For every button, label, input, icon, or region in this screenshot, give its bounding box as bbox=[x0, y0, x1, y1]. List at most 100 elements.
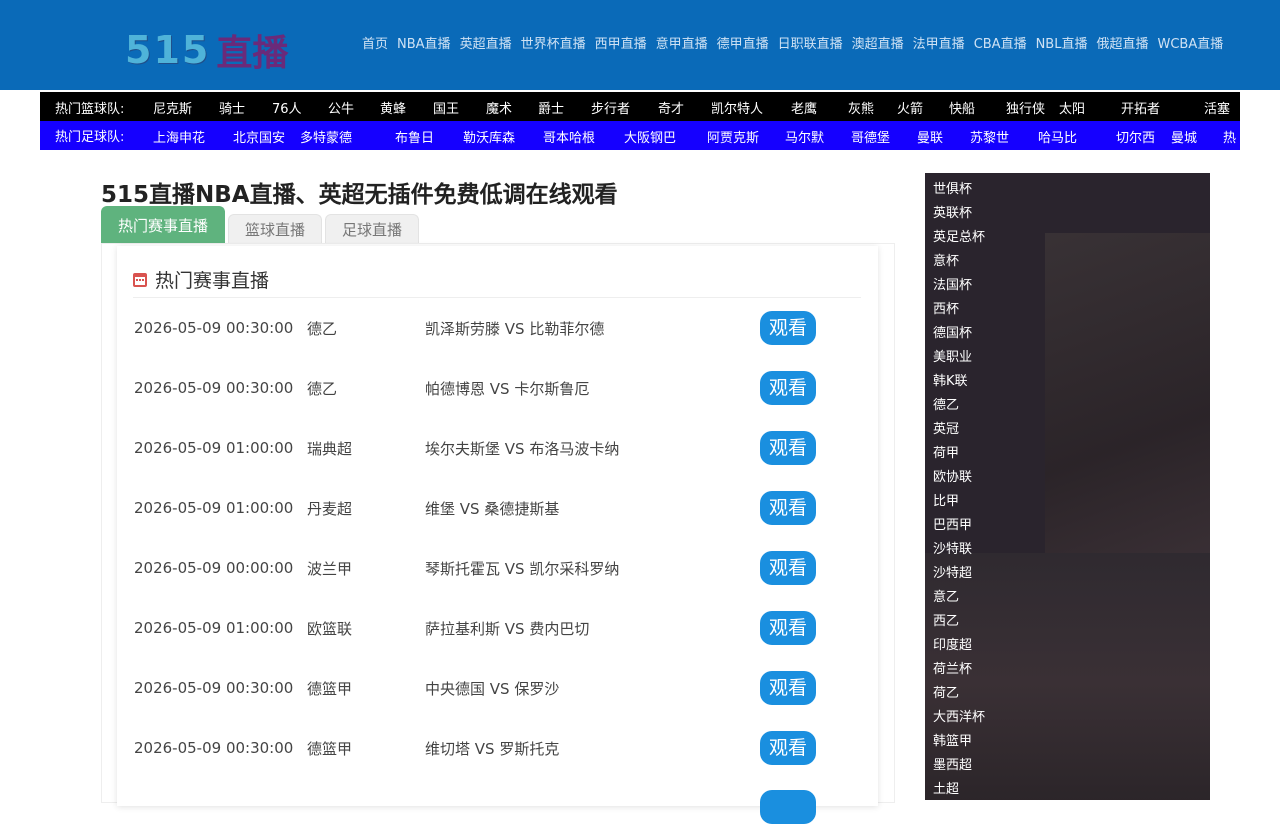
league-link[interactable]: 西杯 bbox=[933, 298, 985, 322]
basketball-team-link[interactable]: 魔术 bbox=[486, 98, 512, 117]
league-link[interactable]: 韩K联 bbox=[933, 370, 985, 394]
tab-football[interactable]: 足球直播 bbox=[325, 214, 420, 244]
basketball-team-link[interactable]: 独行侠 bbox=[1006, 98, 1045, 117]
nav-link-serie-a[interactable]: 意甲直播 bbox=[656, 36, 708, 56]
basketball-team-link[interactable]: 火箭 bbox=[897, 98, 923, 117]
basketball-team-link[interactable]: 黄蜂 bbox=[380, 98, 406, 117]
nav-link-wcba[interactable]: WCBA直播 bbox=[1157, 36, 1223, 56]
league-link[interactable]: 德乙 bbox=[933, 394, 985, 418]
basketball-team-link[interactable]: 骑士 bbox=[219, 98, 245, 117]
league-link[interactable]: 沙特联 bbox=[933, 538, 985, 562]
football-team-link[interactable]: 阿贾克斯 bbox=[707, 127, 759, 146]
basketball-team-link[interactable]: 太阳 bbox=[1059, 98, 1085, 117]
league-link[interactable]: 意乙 bbox=[933, 586, 985, 610]
nav-link-ligue-1[interactable]: 法甲直播 bbox=[913, 36, 965, 56]
league-link[interactable]: 荷乙 bbox=[933, 682, 985, 706]
league-link[interactable]: 大西洋杯 bbox=[933, 706, 985, 730]
basketball-team-link[interactable]: 灰熊 bbox=[848, 98, 874, 117]
basketball-team-link[interactable]: 快船 bbox=[949, 98, 975, 117]
league-link[interactable]: 荷兰杯 bbox=[933, 658, 985, 682]
basketball-team-link[interactable]: 奇才 bbox=[658, 98, 684, 117]
league-link[interactable]: 英冠 bbox=[933, 418, 985, 442]
basketball-team-link[interactable]: 活塞 bbox=[1204, 98, 1230, 117]
tab-basketball[interactable]: 篮球直播 bbox=[228, 214, 323, 244]
league-link[interactable]: 世俱杯 bbox=[933, 178, 985, 202]
league-link[interactable]: 英联杯 bbox=[933, 202, 985, 226]
watch-button[interactable]: 观看 bbox=[760, 311, 816, 345]
match-league: 波兰甲 bbox=[307, 559, 353, 578]
nav-link-premier-league[interactable]: 英超直播 bbox=[460, 36, 512, 56]
football-team-link[interactable]: 大阪钢巴 bbox=[624, 127, 676, 146]
football-team-link[interactable]: 苏黎世 bbox=[970, 127, 1009, 146]
basketball-team-link[interactable]: 开拓者 bbox=[1121, 98, 1160, 117]
match-row: 2026-05-09 01:00:00 丹麦超 维堡 VS 桑德捷斯基 观看 bbox=[134, 478, 862, 538]
match-time: 2026-05-09 01:00:00 bbox=[134, 499, 294, 517]
league-link[interactable]: 墨西超 bbox=[933, 754, 985, 778]
logo-text: 直播 bbox=[216, 33, 289, 74]
site-logo[interactable]: 515 直播 bbox=[125, 28, 288, 74]
nav-link-nba[interactable]: NBA直播 bbox=[397, 36, 451, 56]
watch-button[interactable]: 观看 bbox=[760, 371, 816, 405]
nav-link-russian-premier[interactable]: 俄超直播 bbox=[1096, 36, 1148, 56]
nav-link-nbl[interactable]: NBL直播 bbox=[1036, 36, 1088, 56]
watch-button[interactable]: 观看 bbox=[760, 731, 816, 765]
match-row: 2026-05-09 00:30:00 德乙 凯泽斯劳滕 VS 比勒菲尔德 观看 bbox=[134, 298, 862, 358]
basketball-team-link[interactable]: 公牛 bbox=[328, 98, 354, 117]
football-team-link[interactable]: 北京国安 bbox=[233, 127, 285, 146]
football-team-link[interactable]: 哥德堡 bbox=[851, 127, 890, 146]
football-team-link[interactable]: 勒沃库森 bbox=[463, 127, 515, 146]
match-league: 德乙 bbox=[307, 379, 338, 398]
league-link[interactable]: 美职业 bbox=[933, 346, 985, 370]
league-link[interactable]: 意杯 bbox=[933, 250, 985, 274]
nav-link-j-league[interactable]: 日职联直播 bbox=[778, 36, 843, 56]
league-link[interactable]: 土超 bbox=[933, 778, 985, 800]
basketball-team-link[interactable]: 国王 bbox=[433, 98, 459, 117]
watch-button[interactable] bbox=[760, 790, 816, 824]
league-link[interactable]: 法国杯 bbox=[933, 274, 985, 298]
watch-button[interactable]: 观看 bbox=[760, 551, 816, 585]
football-team-link[interactable]: 切尔西 bbox=[1116, 127, 1155, 146]
league-link[interactable]: 印度超 bbox=[933, 634, 985, 658]
nav-link-bundesliga[interactable]: 德甲直播 bbox=[717, 36, 769, 56]
football-team-link[interactable]: 布鲁日 bbox=[395, 127, 434, 146]
league-link[interactable]: 荷甲 bbox=[933, 442, 985, 466]
nav-link-home[interactable]: 首页 bbox=[362, 36, 388, 56]
basketball-teams-label: 热门篮球队: bbox=[55, 101, 125, 117]
match-time: 2026-05-09 00:30:00 bbox=[134, 319, 294, 337]
watch-button[interactable]: 观看 bbox=[760, 431, 816, 465]
football-team-link[interactable]: 哥本哈根 bbox=[543, 127, 595, 146]
league-link[interactable]: 德国杯 bbox=[933, 322, 985, 346]
football-team-link[interactable]: 曼联 bbox=[917, 127, 943, 146]
league-link[interactable]: 英足总杯 bbox=[933, 226, 985, 250]
basketball-team-link[interactable]: 老鹰 bbox=[791, 98, 817, 117]
watch-button[interactable]: 观看 bbox=[760, 611, 816, 645]
basketball-team-link[interactable]: 爵士 bbox=[538, 98, 564, 117]
watch-button[interactable]: 观看 bbox=[760, 491, 816, 525]
league-link[interactable]: 巴西甲 bbox=[933, 514, 985, 538]
league-link[interactable]: 西乙 bbox=[933, 610, 985, 634]
league-link[interactable]: 欧协联 bbox=[933, 466, 985, 490]
basketball-team-link[interactable]: 尼克斯 bbox=[153, 98, 192, 117]
basketball-team-link[interactable]: 76人 bbox=[272, 98, 302, 117]
basketball-team-link[interactable]: 凯尔特人 bbox=[711, 98, 763, 117]
football-team-link[interactable]: 哈马比 bbox=[1038, 127, 1077, 146]
nav-link-a-league[interactable]: 澳超直播 bbox=[852, 36, 904, 56]
football-team-link[interactable]: 多特蒙德 bbox=[300, 127, 352, 146]
league-link[interactable]: 韩篮甲 bbox=[933, 730, 985, 754]
football-team-link[interactable]: 曼城 bbox=[1171, 127, 1197, 146]
tab-hot-events[interactable]: 热门赛事直播 bbox=[101, 206, 226, 244]
nav-link-la-liga[interactable]: 西甲直播 bbox=[595, 36, 647, 56]
football-team-link[interactable]: 热 bbox=[1223, 127, 1236, 146]
football-team-link[interactable]: 马尔默 bbox=[785, 127, 824, 146]
football-team-link[interactable]: 上海申花 bbox=[153, 127, 205, 146]
basketball-teams-bar: 热门篮球队: 尼克斯 骑士 76人 公牛 黄蜂 国王 魔术 爵士 步行者 奇才 凯尔特人 老鹰 灰熊 火箭… bbox=[40, 92, 1240, 122]
watch-button[interactable]: 观看 bbox=[760, 671, 816, 705]
league-link[interactable]: 沙特超 bbox=[933, 562, 985, 586]
football-teams-label: 热门足球队: bbox=[55, 130, 125, 145]
match-teams: 维堡 VS 桑德捷斯基 bbox=[425, 499, 560, 518]
basketball-team-link[interactable]: 步行者 bbox=[591, 98, 630, 117]
match-row: 2026-05-09 01:00:00 瑞典超 埃尔夫斯堡 VS 布洛马波卡纳 观看 bbox=[134, 418, 862, 478]
league-link[interactable]: 比甲 bbox=[933, 490, 985, 514]
nav-link-world-cup[interactable]: 世界杯直播 bbox=[521, 36, 586, 56]
nav-link-cba[interactable]: CBA直播 bbox=[974, 36, 1027, 56]
